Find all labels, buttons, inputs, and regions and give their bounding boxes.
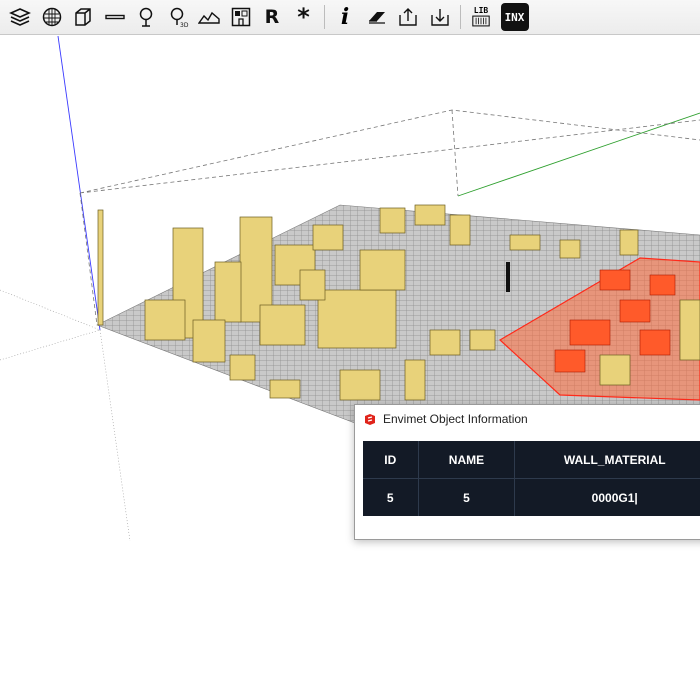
table-header-row: ID NAME WALL_MATERIAL <box>363 441 700 479</box>
envimet-toolbar: 3D R * i LIB INX <box>0 0 700 35</box>
axis-dotted <box>0 329 101 361</box>
inx-label: INX <box>500 3 529 31</box>
cell-wall-material: 0000G1| <box>514 478 700 516</box>
receptor-marker <box>506 262 510 292</box>
column-header-id: ID <box>363 441 419 479</box>
info-icon[interactable]: i <box>331 3 359 31</box>
dialog-title-bar[interactable]: Envimet Object Information <box>355 405 700 433</box>
library-icon[interactable]: LIB <box>467 3 495 31</box>
column-header-wall-material: WALL_MATERIAL <box>514 441 700 479</box>
grid-sphere-icon[interactable] <box>38 3 66 31</box>
toolbar-separator <box>324 5 325 29</box>
tree-icon[interactable] <box>132 3 160 31</box>
dialog-title: Envimet Object Information <box>383 412 528 426</box>
export-icon[interactable] <box>394 3 422 31</box>
terrain-icon[interactable] <box>195 3 223 31</box>
receptor-label: R <box>264 6 280 28</box>
box-icon[interactable] <box>69 3 97 31</box>
toolbar-separator <box>460 5 461 29</box>
receptor-icon[interactable]: R <box>258 3 286 31</box>
green-axis <box>457 112 700 197</box>
table-row: 5 5 0000G1| <box>363 478 700 516</box>
wall-icon[interactable] <box>101 3 129 31</box>
sketchup-app-icon <box>365 413 375 425</box>
source-label: * <box>297 3 310 31</box>
blue-axis <box>57 36 101 331</box>
axis-dotted <box>99 329 131 541</box>
library-label: LIB <box>473 6 489 15</box>
building-floorplan-icon[interactable] <box>227 3 255 31</box>
column-header-name: NAME <box>418 441 516 479</box>
cell-name: 5 <box>418 478 516 516</box>
axis-dotted <box>0 289 101 331</box>
info-label: i <box>340 4 350 30</box>
eraser-icon[interactable] <box>363 3 391 31</box>
tree-3d-icon[interactable]: 3D <box>164 3 192 31</box>
import-icon[interactable] <box>426 3 454 31</box>
cell-id: 5 <box>363 478 419 516</box>
object-info-dialog: Envimet Object Information ID NAME WALL_… <box>354 404 700 540</box>
layers-icon[interactable] <box>6 3 34 31</box>
object-info-table: ID NAME WALL_MATERIAL 5 5 0000G1| <box>363 441 700 516</box>
inx-icon[interactable]: INX <box>500 3 529 31</box>
source-icon[interactable]: * <box>290 3 318 31</box>
tree-3d-label: 3D <box>180 22 189 28</box>
